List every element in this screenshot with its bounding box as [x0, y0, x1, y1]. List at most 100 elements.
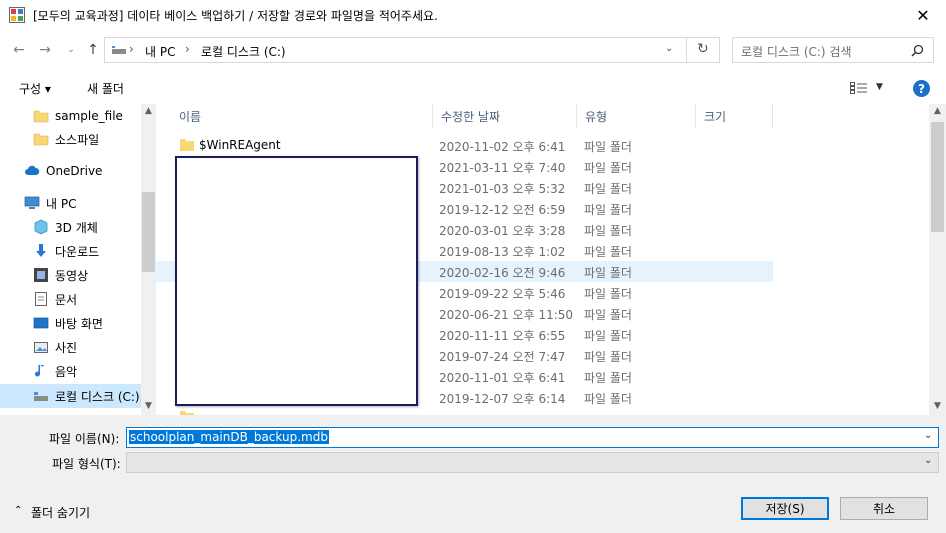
forward-arrow-icon[interactable]: →	[34, 38, 56, 62]
hide-folders-button[interactable]: 폴더 숨기기	[31, 504, 90, 521]
list-scrollbar[interactable]: ▲ ▼	[929, 104, 946, 415]
file-date: 2019-09-22 오후 5:46	[439, 287, 566, 301]
file-date: 2021-01-03 오후 5:32	[439, 182, 566, 196]
nav-item-sample-file[interactable]: sample_file	[33, 104, 141, 128]
nav-item-label: 로컬 디스크 (C:)	[55, 389, 140, 404]
file-type: 파일 폴더	[584, 161, 632, 175]
nav-item-music[interactable]: 음악	[33, 359, 141, 383]
breadcrumb-separator: ›	[185, 42, 190, 56]
breadcrumb-my-pc[interactable]: 내 PC	[145, 43, 175, 60]
breadcrumb-local-disk[interactable]: 로컬 디스크 (C:)	[201, 43, 286, 60]
file-type: 파일 폴더	[584, 245, 632, 259]
list-scroll-thumb[interactable]	[931, 122, 944, 232]
nav-item-documents[interactable]: 문서	[33, 287, 141, 311]
nav-item-pictures[interactable]: 사진	[33, 335, 141, 359]
nav-scroll-thumb[interactable]	[142, 192, 155, 272]
filename-value[interactable]: schoolplan_mainDB_backup.mdb	[129, 430, 329, 444]
music-note-icon	[35, 365, 44, 377]
filetype-dropdown-icon[interactable]: ⌄	[924, 455, 932, 466]
address-bar[interactable]: › 내 PC › 로컬 디스크 (C:) ⌄ ↻	[104, 37, 720, 63]
file-date: 2020-03-01 오후 3:28	[439, 224, 566, 238]
table-row[interactable]: $WinREAgent 2020-11-02 오후 6:41 파일 폴더	[156, 135, 773, 156]
nav-item-my-pc[interactable]: 내 PC	[24, 191, 141, 215]
nav-item-label: 소스파일	[55, 132, 100, 147]
file-date: 2020-02-16 오전 9:46	[439, 266, 566, 280]
cube-icon	[34, 219, 48, 235]
nav-item-desktop[interactable]: 바탕 화면	[33, 311, 141, 335]
picture-icon	[34, 342, 48, 353]
column-header-type[interactable]: 유형	[577, 104, 696, 128]
folder-icon	[33, 133, 49, 146]
file-name: $WinREAgent	[199, 138, 281, 152]
divider	[686, 38, 687, 62]
file-date: 2019-07-24 오전 7:47	[439, 350, 566, 364]
scroll-up-icon[interactable]: ▲	[140, 106, 156, 116]
nav-scrollbar[interactable]: ▲ ▼	[141, 104, 156, 415]
redacted-overlay	[175, 156, 418, 406]
file-type: 파일 폴더	[584, 203, 632, 217]
file-type: 파일 폴더	[584, 392, 632, 406]
nav-item-videos[interactable]: 동영상	[33, 263, 141, 287]
recent-dropdown-icon[interactable]: ⌄	[60, 38, 82, 62]
up-arrow-icon[interactable]: ↑	[82, 38, 104, 62]
file-type: 파일 폴더	[584, 350, 632, 364]
filetype-label: 파일 형식(T):	[52, 457, 121, 471]
nav-item-onedrive[interactable]: OneDrive	[24, 159, 141, 183]
nav-item-downloads[interactable]: 다운로드	[33, 239, 141, 263]
nav-item-label: 3D 개체	[55, 220, 98, 235]
film-icon	[34, 268, 48, 282]
drive-icon	[112, 46, 126, 54]
save-button[interactable]: 저장(S)	[741, 497, 829, 520]
new-folder-button[interactable]: 새 폴더	[87, 80, 124, 97]
scroll-down-icon[interactable]: ▼	[929, 401, 946, 411]
nav-item-label: 내 PC	[46, 196, 77, 211]
folder-icon	[33, 110, 49, 123]
nav-item-label: 바탕 화면	[55, 316, 103, 331]
toolbar: 구성 ▾ 새 폴더 ▼ ?	[0, 72, 946, 104]
view-dropdown-icon[interactable]: ▼	[876, 82, 883, 92]
file-date: 2019-08-13 오후 1:02	[439, 245, 566, 259]
close-button[interactable]: ✕	[900, 0, 946, 31]
file-date: 2019-12-07 오후 6:14	[439, 392, 566, 406]
nav-item-label: sample_file	[55, 109, 123, 123]
column-header-size[interactable]: 크기	[696, 104, 773, 128]
scroll-up-icon[interactable]: ▲	[929, 106, 946, 116]
nav-item-label: 문서	[55, 292, 78, 307]
file-date: 2021-03-11 오후 7:40	[439, 161, 566, 175]
file-type: 파일 폴더	[584, 182, 632, 196]
desktop-icon	[33, 317, 49, 329]
column-header-name[interactable]: 이름	[171, 104, 433, 128]
file-type: 파일 폴더	[584, 371, 632, 385]
nav-item-label: 동영상	[55, 268, 89, 283]
cloud-icon	[25, 165, 40, 175]
back-arrow-icon[interactable]: ←	[8, 38, 30, 62]
nav-item-3d-objects[interactable]: 3D 개체	[33, 215, 141, 239]
search-icon[interactable]	[911, 44, 924, 57]
filename-dropdown-icon[interactable]: ⌄	[924, 430, 932, 441]
filename-label: 파일 이름(N):	[49, 432, 120, 446]
scroll-down-icon[interactable]: ▼	[140, 401, 156, 411]
filename-input[interactable]: schoolplan_mainDB_backup.mdb ⌄	[126, 427, 939, 448]
address-dropdown-icon[interactable]: ⌄	[665, 43, 673, 54]
download-arrow-icon	[36, 244, 46, 257]
nav-item-label: OneDrive	[46, 164, 103, 178]
view-options-icon[interactable]	[850, 82, 868, 94]
filetype-select[interactable]: ⌄	[126, 452, 939, 473]
nav-item-source-files[interactable]: 소스파일	[33, 127, 141, 151]
column-header-modified[interactable]: 수정한 날짜	[433, 104, 577, 128]
table-row-partial[interactable]	[156, 408, 773, 415]
app-icon	[9, 7, 25, 23]
search-input[interactable]: 로컬 디스크 (C:) 검색	[741, 43, 852, 60]
organize-button[interactable]: 구성 ▾	[19, 80, 51, 97]
help-icon[interactable]: ?	[913, 80, 930, 97]
nav-item-label: 음악	[55, 364, 78, 379]
document-icon	[35, 292, 47, 306]
search-box[interactable]: 로컬 디스크 (C:) 검색	[732, 37, 934, 63]
breadcrumb-separator: ›	[129, 42, 134, 56]
window-title: [모두의 교육과정] 데이타 베이스 백업하기 / 저장할 경로와 파일명을 적…	[33, 9, 438, 23]
cancel-button[interactable]: 취소	[840, 497, 928, 520]
collapse-chevron-icon[interactable]: ⌃	[14, 505, 22, 516]
folder-icon	[180, 139, 194, 151]
refresh-icon[interactable]: ↻	[697, 41, 709, 57]
nav-item-local-disk[interactable]: 로컬 디스크 (C:)	[0, 384, 141, 408]
